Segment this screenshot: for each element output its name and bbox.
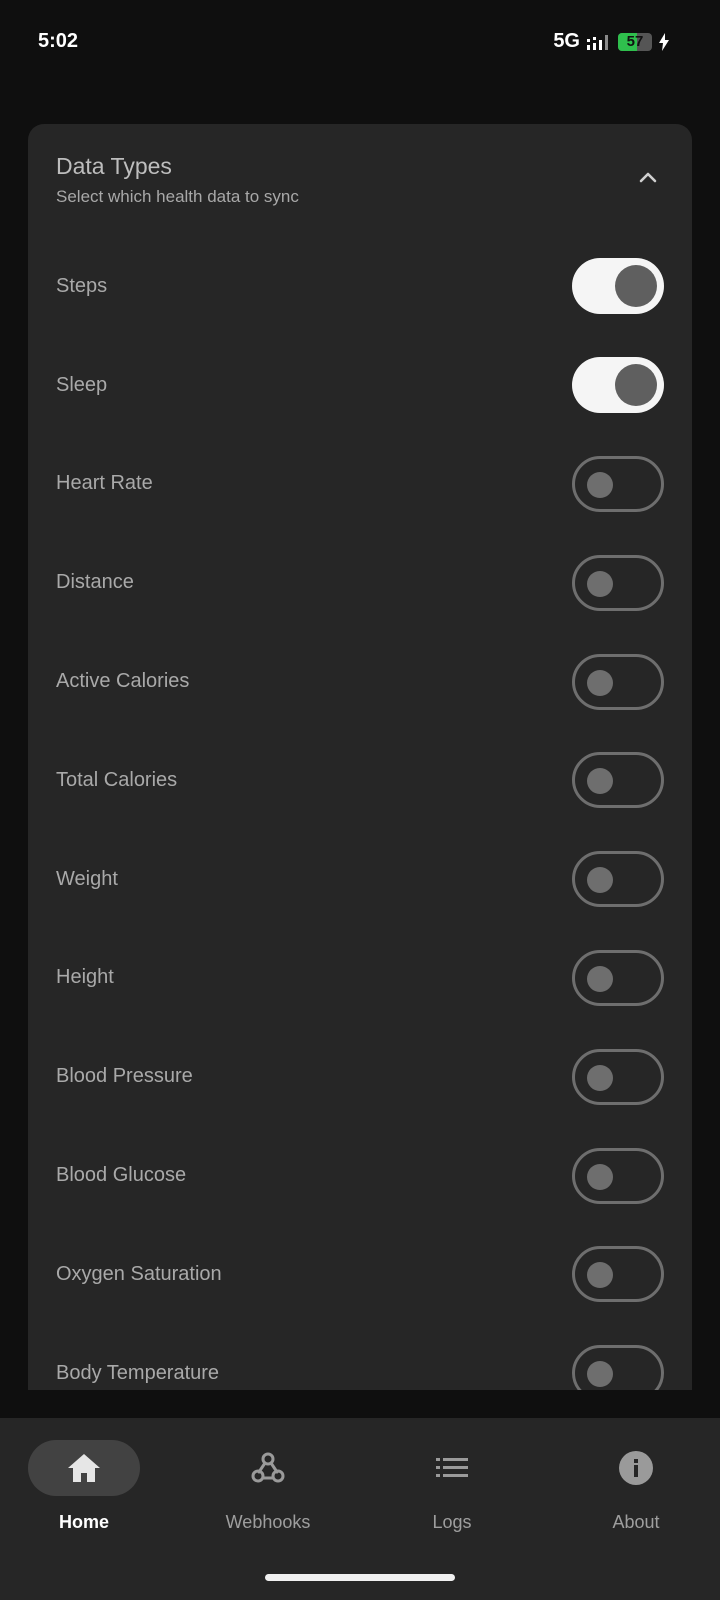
toggle-thumb [587, 1361, 613, 1388]
collapse-button[interactable] [628, 158, 668, 198]
toggle-thumb [587, 471, 613, 498]
card-header: Data Types Select which health data to s… [56, 152, 664, 222]
data-type-label: Heart Rate [56, 472, 153, 495]
signal-icon [587, 34, 608, 50]
data-type-row: Heart Rate [28, 435, 692, 534]
data-type-label: Height [56, 966, 114, 989]
data-type-label: Distance [56, 571, 134, 594]
webhook-icon [251, 1452, 285, 1483]
data-type-label: Sleep [56, 373, 108, 396]
chevron-up-icon [639, 172, 657, 183]
data-type-toggle[interactable] [572, 752, 664, 809]
data-type-toggle[interactable] [572, 258, 664, 315]
toggle-thumb [587, 1163, 613, 1190]
nav-home[interactable]: Home [14, 1440, 154, 1550]
toggle-thumb [587, 570, 613, 597]
status-indicators: 5G 57 [553, 30, 670, 53]
data-type-row: Oxygen Saturation [28, 1225, 692, 1324]
list-icon [436, 1458, 468, 1477]
data-type-toggle[interactable] [572, 949, 664, 1006]
battery-percent: 57 [626, 32, 644, 50]
data-type-list: Steps Sleep Heart Rate Distance Active Calor… [28, 237, 692, 1390]
data-type-toggle[interactable] [572, 455, 664, 512]
data-type-row: Body Temperature [28, 1324, 692, 1390]
data-type-row: Height [28, 929, 692, 1028]
toggle-thumb [615, 364, 657, 407]
data-type-row: Distance [28, 533, 692, 632]
data-type-toggle[interactable] [572, 1147, 664, 1204]
nav-logs-indicator [396, 1440, 508, 1496]
battery-indicator: 57 [618, 32, 652, 51]
home-icon [68, 1454, 100, 1482]
nav-home-indicator [28, 1440, 140, 1496]
data-type-toggle[interactable] [572, 851, 664, 908]
nav-webhooks[interactable]: Webhooks [198, 1440, 338, 1550]
nav-webhooks-label: Webhooks [225, 1512, 311, 1532]
nav-webhooks-indicator [212, 1440, 324, 1496]
nav-logs-label: Logs [432, 1512, 472, 1532]
nav-about-indicator [580, 1440, 692, 1496]
data-type-label: Active Calories [56, 670, 190, 693]
home-gesture-bar[interactable] [265, 1574, 455, 1581]
data-type-row: Total Calories [28, 731, 692, 830]
nav-home-label: Home [58, 1512, 109, 1532]
nav-logs[interactable]: Logs [382, 1440, 522, 1550]
data-type-toggle[interactable] [572, 1048, 664, 1105]
toggle-thumb [587, 965, 613, 992]
toggle-thumb [615, 265, 657, 308]
network-type: 5G [553, 30, 580, 52]
data-types-card: Data Types Select which health data to s… [28, 124, 692, 1390]
data-type-toggle[interactable] [572, 1246, 664, 1303]
data-type-toggle[interactable] [572, 357, 664, 414]
toggle-thumb [587, 1262, 613, 1289]
data-type-label: Body Temperature [56, 1361, 220, 1384]
nav-about-label: About [612, 1512, 660, 1532]
data-type-row: Sleep [28, 336, 692, 435]
toggle-thumb [587, 669, 613, 696]
status-bar: 5:02 5G 57 [0, 0, 720, 90]
card-subtitle: Select which health data to sync [56, 187, 299, 206]
charging-bolt-icon [659, 32, 669, 51]
data-type-row: Active Calories [28, 632, 692, 731]
toggle-thumb [587, 1064, 613, 1091]
data-type-label: Steps [56, 274, 108, 297]
data-type-toggle[interactable] [572, 1345, 664, 1390]
data-type-label: Weight [56, 867, 118, 890]
data-type-label: Blood Pressure [56, 1065, 193, 1088]
bottom-navigation: Home Webhooks Logs About [0, 1418, 720, 1600]
card-title: Data Types [56, 153, 172, 179]
data-type-row: Steps [28, 237, 692, 336]
nav-about[interactable]: About [566, 1440, 706, 1550]
data-type-label: Blood Glucose [56, 1164, 187, 1187]
info-icon [619, 1451, 653, 1485]
status-time: 5:02 [38, 30, 79, 52]
app-screen: 5:02 5G 57 Data Types Select which healt… [0, 0, 720, 1600]
data-type-row: Blood Pressure [28, 1027, 692, 1126]
toggle-thumb [587, 768, 613, 795]
data-type-label: Oxygen Saturation [56, 1262, 222, 1285]
data-type-toggle[interactable] [572, 554, 664, 611]
data-type-toggle[interactable] [572, 653, 664, 710]
data-type-row: Blood Glucose [28, 1126, 692, 1225]
toggle-thumb [587, 867, 613, 894]
data-type-label: Total Calories [56, 768, 178, 791]
data-type-row: Weight [28, 830, 692, 929]
